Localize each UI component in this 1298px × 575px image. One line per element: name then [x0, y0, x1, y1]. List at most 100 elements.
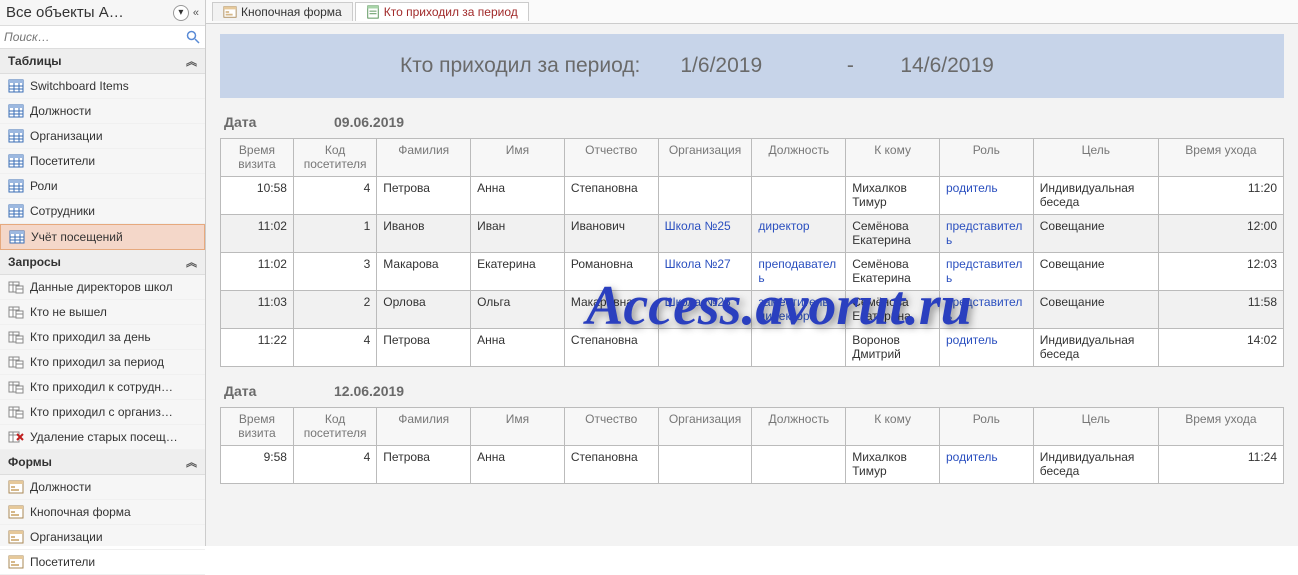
nav-item-query[interactable]: Данные директоров школ	[0, 275, 205, 300]
table-cell: 11:24	[1158, 446, 1283, 484]
table-cell: 4	[293, 446, 376, 484]
table-cell: представитель	[939, 291, 1033, 329]
report-table: Время визитаКод посетителяФамилияИмяОтче…	[220, 407, 1284, 484]
nav-item-query[interactable]: Кто приходил за период	[0, 350, 205, 375]
nav-item-table[interactable]: Учёт посещений	[0, 224, 205, 250]
table-icon	[9, 229, 25, 245]
form-icon	[8, 479, 24, 495]
nav-item-table[interactable]: Switchboard Items	[0, 74, 205, 99]
nav-item-query[interactable]: Кто не вышел	[0, 300, 205, 325]
nav-item-table[interactable]: Сотрудники	[0, 199, 205, 224]
table-cell	[752, 446, 846, 484]
query-icon	[8, 429, 24, 445]
table-cell: Михалков Тимур	[846, 446, 940, 484]
nav-item-label: Организации	[30, 129, 103, 143]
nav-item-query[interactable]: Кто приходил с организ…	[0, 400, 205, 425]
document-tab[interactable]: Кто приходил за период	[355, 2, 529, 21]
table-cell: родитель	[939, 446, 1033, 484]
query-icon	[8, 404, 24, 420]
form-icon	[8, 554, 24, 570]
report-table: Время визитаКод посетителяФамилияИмяОтче…	[220, 138, 1284, 367]
table-cell: Семёнова Екатерина	[846, 215, 940, 253]
table-cell: Школа №25	[658, 215, 752, 253]
report-group-label: Дата	[224, 114, 334, 130]
document-tabs: Кнопочная формаКто приходил за период	[206, 0, 1298, 24]
table-cell: представитель	[939, 215, 1033, 253]
nav-item-table[interactable]: Организации	[0, 124, 205, 149]
query-icon	[8, 279, 24, 295]
nav-item-table[interactable]: Должности	[0, 99, 205, 124]
main-area: Кнопочная формаКто приходил за период Кт…	[206, 0, 1298, 546]
table-cell: 4	[293, 177, 376, 215]
nav-item-label: Кто не вышел	[30, 305, 107, 319]
table-cell: заместитель директора	[752, 291, 846, 329]
table-cell: 14:02	[1158, 329, 1283, 367]
nav-item-query[interactable]: Кто приходил к сотрудн…	[0, 375, 205, 400]
nav-item-label: Кто приходил с организ…	[30, 405, 173, 419]
table-cell: преподаватель	[752, 253, 846, 291]
table-cell: Индивидуальная беседа	[1033, 177, 1158, 215]
collapse-icon: ︽	[186, 254, 197, 270]
report-column-header: К кому	[846, 408, 940, 446]
table-cell: 11:02	[221, 253, 294, 291]
table-cell	[752, 329, 846, 367]
nav-item-form[interactable]: Кнопочная форма	[0, 500, 205, 525]
nav-pane-header[interactable]: Все объекты A… ▾ «	[0, 0, 205, 26]
table-cell: Макаровна	[564, 291, 658, 329]
document-tab[interactable]: Кнопочная форма	[212, 2, 353, 21]
table-cell: Совещание	[1033, 215, 1158, 253]
report-column-header: Организация	[658, 408, 752, 446]
nav-group-header[interactable]: Формы︽	[0, 450, 205, 475]
nav-group-label: Запросы	[8, 255, 186, 269]
nav-pane-dropdown-icon[interactable]: ▾	[173, 5, 189, 21]
table-cell: Ольга	[471, 291, 565, 329]
navigation-pane: Все объекты A… ▾ « Таблицы︽ Switchboard I…	[0, 0, 206, 546]
nav-search-row	[0, 26, 205, 49]
nav-item-form[interactable]: Посетители	[0, 550, 205, 575]
table-row: 11:032ОрловаОльгаМакаровнаШкола №25замес…	[221, 291, 1284, 329]
nav-item-label: Посетители	[30, 555, 95, 569]
table-icon	[8, 128, 24, 144]
table-cell: Макарова	[377, 253, 471, 291]
report-column-header: Имя	[471, 408, 565, 446]
table-cell: родитель	[939, 329, 1033, 367]
form-icon	[8, 504, 24, 520]
report-viewport[interactable]: Кто приходил за период: 1/6/2019 - 14/6/…	[206, 24, 1298, 546]
table-row: 9:584ПетроваАннаСтепановнаМихалков Тимур…	[221, 446, 1284, 484]
nav-item-table[interactable]: Посетители	[0, 149, 205, 174]
table-cell: 11:20	[1158, 177, 1283, 215]
nav-item-query[interactable]: Удаление старых посещ…	[0, 425, 205, 450]
report-column-header: Должность	[752, 408, 846, 446]
table-cell: 1	[293, 215, 376, 253]
table-cell: Воронов Дмитрий	[846, 329, 940, 367]
nav-item-label: Кто приходил к сотрудн…	[30, 380, 173, 394]
nav-item-form[interactable]: Организации	[0, 525, 205, 550]
nav-group-header[interactable]: Запросы︽	[0, 250, 205, 275]
table-cell: Степановна	[564, 446, 658, 484]
table-cell: представитель	[939, 253, 1033, 291]
nav-pane-collapse-icon[interactable]: «	[193, 7, 199, 19]
search-input[interactable]	[4, 30, 185, 44]
nav-item-label: Кнопочная форма	[30, 505, 131, 519]
nav-item-table[interactable]: Роли	[0, 174, 205, 199]
table-row: 11:023МакароваЕкатеринаРомановнаШкола №2…	[221, 253, 1284, 291]
search-icon[interactable]	[185, 29, 201, 45]
table-cell: Петрова	[377, 329, 471, 367]
report-column-header: Имя	[471, 139, 565, 177]
table-cell: Михалков Тимур	[846, 177, 940, 215]
nav-item-form[interactable]: Должности	[0, 475, 205, 500]
report-header: Кто приходил за период: 1/6/2019 - 14/6/…	[220, 34, 1284, 98]
table-cell: 3	[293, 253, 376, 291]
nav-item-label: Switchboard Items	[30, 79, 129, 93]
nav-item-label: Удаление старых посещ…	[30, 430, 178, 444]
nav-group-header[interactable]: Таблицы︽	[0, 49, 205, 74]
table-cell: Орлова	[377, 291, 471, 329]
table-cell: Анна	[471, 446, 565, 484]
report-column-header: Время визита	[221, 139, 294, 177]
form-icon	[8, 529, 24, 545]
table-cell: Иван	[471, 215, 565, 253]
nav-item-query[interactable]: Кто приходил за день	[0, 325, 205, 350]
table-cell: Анна	[471, 177, 565, 215]
table-cell: Школа №25	[658, 291, 752, 329]
report-column-header: Организация	[658, 139, 752, 177]
